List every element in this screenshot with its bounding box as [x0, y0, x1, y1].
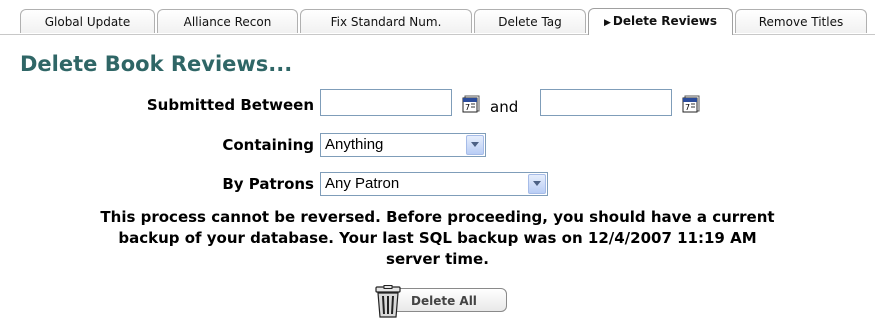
page-title: Delete Book Reviews...: [20, 52, 293, 76]
tab-remove-titles[interactable]: Remove Titles: [735, 9, 867, 33]
tab-delete-tag[interactable]: Delete Tag: [474, 9, 586, 33]
tab-label: Delete Reviews: [612, 14, 717, 28]
svg-text:7: 7: [685, 103, 690, 112]
tab-label: Global Update: [44, 15, 131, 29]
and-label: and: [490, 98, 519, 116]
tab-global-update[interactable]: Global Update: [20, 9, 155, 33]
tab-delete-reviews[interactable]: ▶ Delete Reviews: [588, 8, 733, 35]
svg-text:7: 7: [465, 103, 470, 112]
tab-alliance-recon[interactable]: Alliance Recon: [157, 9, 298, 33]
tab-label: Remove Titles: [758, 15, 844, 29]
tab-label: Delete Tag: [498, 15, 562, 29]
trash-can-icon: [375, 285, 401, 318]
tab-label: Alliance Recon: [183, 15, 272, 29]
submitted-between-label: Submitted Between: [146, 96, 314, 114]
chevron-down-icon[interactable]: [466, 135, 484, 155]
calendar-icon[interactable]: 7: [462, 94, 481, 113]
tab-bar: Global Update Alliance Recon Fix Standar…: [0, 0, 875, 35]
warning-line: server time.: [386, 250, 489, 268]
containing-label: Containing: [222, 136, 314, 154]
tab-fix-standard-num[interactable]: Fix Standard Num.: [300, 9, 472, 33]
triangle-right-icon: ▶: [603, 18, 611, 28]
warning-line: This process cannot be reversed. Before …: [100, 208, 775, 226]
warning-message: This process cannot be reversed. Before …: [0, 207, 875, 270]
by-patrons-selected-value: Any Patron: [325, 175, 400, 192]
containing-select[interactable]: Anything: [320, 133, 486, 157]
containing-selected-value: Anything: [325, 136, 384, 153]
by-patrons-select[interactable]: Any Patron: [320, 172, 548, 196]
chevron-down-icon[interactable]: [528, 174, 546, 194]
date-from-input[interactable]: [320, 89, 452, 116]
date-to-input[interactable]: [540, 89, 672, 116]
delete-all-button[interactable]: Delete All: [373, 285, 509, 318]
calendar-icon[interactable]: 7: [682, 94, 701, 113]
warning-line: backup of your database. Your last SQL b…: [118, 229, 757, 247]
delete-all-label: Delete All: [391, 288, 507, 312]
tab-label: Fix Standard Num.: [330, 15, 442, 29]
by-patrons-label: By Patrons: [222, 175, 314, 193]
